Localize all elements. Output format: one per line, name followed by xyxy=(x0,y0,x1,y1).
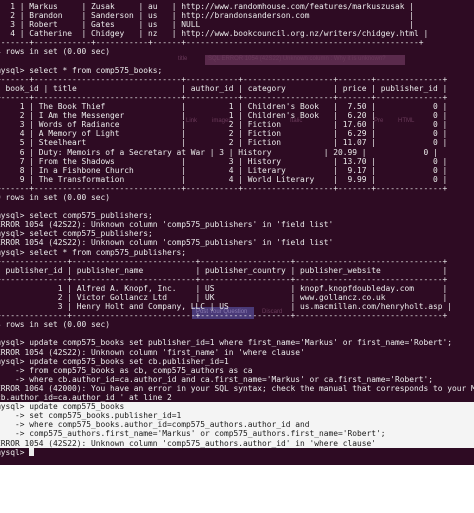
terminal-output: 1 | Markus | Zusak | au | http://www.ran… xyxy=(0,2,474,457)
terminal-line: +--------------+------------------------… xyxy=(0,311,448,321)
terminal-window[interactable]: title SQL ERROR 1054 (42S22) Unknown col… xyxy=(0,0,474,465)
terminal-line: | 8 | In a Fishbone Church | 4 | Literar… xyxy=(0,165,448,175)
terminal-line: -------+------------+-----------+------+… xyxy=(0,38,424,48)
prompt-line: mysql> xyxy=(0,448,474,457)
terminal-line: ERROR 1064 (42000): You have an error in… xyxy=(0,383,474,393)
terminal-line: mysql> select * from comp575_books; xyxy=(0,65,163,75)
terminal-line: | publisher_id | publisher_name | publis… xyxy=(0,265,448,275)
terminal-line: 2 | Brandon | Sanderson | us | http://br… xyxy=(0,11,415,21)
terminal-line: | 1 | The Book Thief | 1 | Children's Bo… xyxy=(0,102,448,112)
terminal-line: | 3 | Words of Radiance | 2 | Fiction | … xyxy=(0,120,448,130)
terminal-line: | 2 | Victor Gollancz Ltd | UK | www.gol… xyxy=(0,293,448,302)
terminal-line: -> where cb.author_id=ca.author_id and c… xyxy=(0,374,434,384)
terminal-line: 3 rows in set (0.00 sec) xyxy=(0,320,111,330)
terminal-line: cb.author_id=ca.author_id ' at line 2 xyxy=(0,393,172,403)
terminal-line: | 9 | The Transformation | 4 | World Lit… xyxy=(0,174,448,184)
terminal-line: 4 | Catherine | Chidgey | nz | http://ww… xyxy=(0,29,429,39)
terminal-line: | 5 | Steelheart | 2 | Fiction | 11.07 |… xyxy=(0,138,448,148)
terminal-line: ERROR 1054 (42S22): Unknown column 'comp… xyxy=(0,220,334,230)
terminal-line: +------+-------------------------------+… xyxy=(0,183,448,193)
terminal-line: | 1 | Alfred A. Knopf, Inc. | US | knopf… xyxy=(0,283,448,293)
terminal-line: ERROR 1054 (42S22): Unknown column 'comp… xyxy=(0,438,474,448)
terminal-line: mysql> update comp575_books set publishe… xyxy=(0,338,453,348)
terminal-line: | 6 | Duty: Memoirs of a Secretary at Wa… xyxy=(0,147,438,157)
terminal-line: -> comp575_authors.first_name='Markus' o… xyxy=(0,429,474,439)
terminal-line: 9 rows in set (0.00 sec) xyxy=(0,192,111,202)
terminal-line: ERROR 1054 (42S22): Unknown column 'comp… xyxy=(0,238,334,248)
terminal-line: -> where comp575_books.author_id=comp575… xyxy=(0,420,474,430)
terminal-line: +--------------+------------------------… xyxy=(0,256,448,266)
terminal-line: | 3 | Henry Holt and Company, LLC | US |… xyxy=(0,302,453,312)
desktop-background xyxy=(0,465,474,513)
terminal-line: mysql> update comp575_books set cb.publi… xyxy=(0,356,229,366)
terminal-line: | 7 | From the Shadows | 3 | History | 1… xyxy=(0,156,448,166)
terminal-line: 3 | Robert | Gates | us | NULL | xyxy=(0,20,415,30)
terminal-line: +------+-------------------------------+… xyxy=(0,92,448,102)
terminal-line: mysql> select comp575_publishers; xyxy=(0,211,153,221)
terminal-line: 4 rows in set (0.00 sec) xyxy=(0,47,111,57)
terminal-line: | 4 | A Memory of Light | 2 | Fiction | … xyxy=(0,129,448,139)
terminal-line: ERROR 1054 (42S22): Unknown column 'firs… xyxy=(0,347,305,357)
terminal-line: +--------------+------------------------… xyxy=(0,274,448,284)
text-cursor xyxy=(29,448,35,457)
terminal-line: -> from comp575_books as cb, comp575_aut… xyxy=(0,365,253,375)
terminal-line: mysql> select * from comp575_publishers; xyxy=(0,247,187,257)
terminal-line: | book_id | title | author_id | category… xyxy=(0,83,448,93)
terminal-line: -> set comp575_books.publisher_id=1 xyxy=(0,411,474,421)
terminal-line: 1 | Markus | Zusak | au | http://www.ran… xyxy=(0,2,415,11)
terminal-line: +------+-------------------------------+… xyxy=(0,74,448,84)
terminal-line: mysql> update comp575_books xyxy=(0,402,474,412)
terminal-line: | 2 | I Am the Messenger | 1 | Children'… xyxy=(0,111,448,121)
terminal-line: mysql> select comp575_publishers; xyxy=(0,229,153,239)
